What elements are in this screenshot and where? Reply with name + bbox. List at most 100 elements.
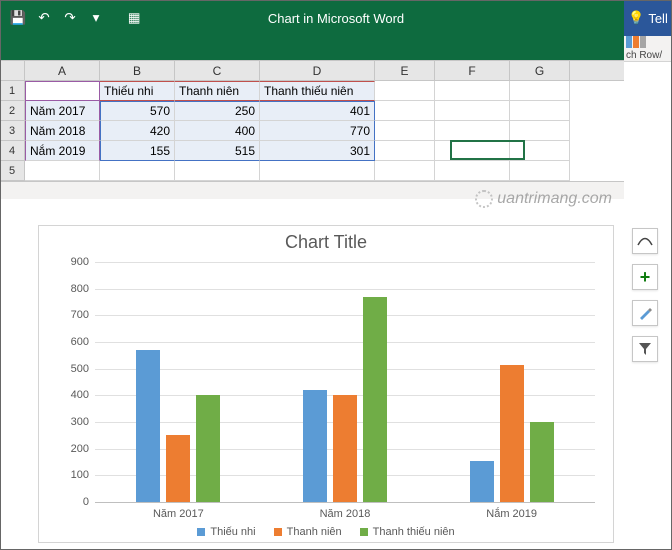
col-header-f[interactable]: F — [435, 61, 510, 80]
cell-a5[interactable] — [25, 161, 100, 181]
cell-f5[interactable] — [435, 161, 510, 181]
cell-b5[interactable] — [100, 161, 175, 181]
y-tick-label: 0 — [59, 496, 89, 508]
chart-legend[interactable]: Thiếu nhi Thanh niên Thanh thiếu niên — [39, 526, 613, 538]
cell-e3[interactable] — [375, 121, 435, 141]
cell-b4[interactable]: 155 — [100, 141, 175, 161]
cell-f3[interactable] — [435, 121, 510, 141]
select-all-corner[interactable] — [0, 61, 25, 80]
cell-f4[interactable] — [435, 141, 510, 161]
cell-f1[interactable] — [435, 81, 510, 101]
row-2[interactable]: 2 Năm 2017 570 250 401 — [0, 101, 624, 121]
cell-d5[interactable] — [260, 161, 375, 181]
row-3[interactable]: 3 Năm 2018 420 400 770 — [0, 121, 624, 141]
y-tick-label: 800 — [59, 283, 89, 295]
col-header-c[interactable]: C — [175, 61, 260, 80]
cell-e2[interactable] — [375, 101, 435, 121]
row-header-4[interactable]: 4 — [0, 141, 25, 161]
bar-Thanh-thiếu-niên-1[interactable] — [363, 297, 387, 502]
legend-item-0[interactable]: Thiếu nhi — [197, 526, 255, 538]
undo-button[interactable]: ↶ — [32, 6, 56, 30]
row-header-5[interactable]: 5 — [0, 161, 25, 181]
chart-elements-button[interactable]: + — [632, 264, 658, 290]
row-4[interactable]: 4 Nắm 2019 155 515 301 — [0, 141, 624, 161]
bar-Thiếu-nhi-0[interactable] — [136, 350, 160, 502]
row-5[interactable]: 5 — [0, 161, 624, 181]
cell-d1[interactable]: Thanh thiếu niên — [260, 81, 375, 101]
save-button[interactable]: 💾 — [6, 6, 30, 30]
cell-d2[interactable]: 401 — [260, 101, 375, 121]
legend-item-2[interactable]: Thanh thiếu niên — [360, 526, 455, 538]
cell-c1[interactable]: Thanh niên — [175, 81, 260, 101]
legend-swatch — [360, 528, 368, 536]
cell-d4[interactable]: 301 — [260, 141, 375, 161]
cell-g4[interactable] — [510, 141, 570, 161]
column-headers[interactable]: A B C D E F G — [0, 61, 624, 81]
brush-icon — [638, 306, 652, 320]
legend-label: Thanh thiếu niên — [373, 526, 455, 538]
chart-filter-button[interactable] — [632, 336, 658, 362]
row-header-2[interactable]: 2 — [0, 101, 25, 121]
layout-icon — [637, 236, 653, 246]
bar-Thanh-niên-2[interactable] — [500, 365, 524, 502]
cell-a2[interactable]: Năm 2017 — [25, 101, 100, 121]
word-ribbon-switch[interactable]: ch Row/ — [624, 36, 672, 62]
cell-g2[interactable] — [510, 101, 570, 121]
cell-c2[interactable]: 250 — [175, 101, 260, 121]
bar-Thiếu-nhi-1[interactable] — [303, 390, 327, 502]
cell-d3[interactable]: 770 — [260, 121, 375, 141]
watermark-text: uantrimang.com — [497, 190, 612, 208]
gridline — [95, 315, 595, 316]
col-header-b[interactable]: B — [100, 61, 175, 80]
cell-g1[interactable] — [510, 81, 570, 101]
cell-c5[interactable] — [175, 161, 260, 181]
x-tick-label: Nắm 2019 — [486, 508, 537, 520]
cell-a4[interactable]: Nắm 2019 — [25, 141, 100, 161]
watermark-gear-icon — [475, 190, 493, 208]
filter-icon — [639, 343, 651, 355]
bar-Thiếu-nhi-2[interactable] — [470, 461, 494, 502]
word-ribbon-tell[interactable]: 💡 Tell — [624, 0, 672, 36]
bar-Thanh-niên-1[interactable] — [333, 395, 357, 502]
y-tick-label: 600 — [59, 336, 89, 348]
cell-b3[interactable]: 420 — [100, 121, 175, 141]
col-header-a[interactable]: A — [25, 61, 100, 80]
row-header-1[interactable]: 1 — [0, 81, 25, 101]
chart-plot-area[interactable]: 0100200300400500600700800900 Năm 2017Năm… — [95, 262, 595, 502]
spreadsheet[interactable]: A B C D E F G 1 Thiếu nhi Thanh niên Tha… — [0, 60, 624, 181]
cell-g3[interactable] — [510, 121, 570, 141]
cell-f2[interactable] — [435, 101, 510, 121]
chart-styles-button[interactable] — [632, 300, 658, 326]
row-header-3[interactable]: 3 — [0, 121, 25, 141]
gridline — [95, 262, 595, 263]
cell-b2[interactable]: 570 — [100, 101, 175, 121]
cell-a3[interactable]: Năm 2018 — [25, 121, 100, 141]
cell-e5[interactable] — [375, 161, 435, 181]
y-tick-label: 400 — [59, 389, 89, 401]
bar-Thanh-thiếu-niên-2[interactable] — [530, 422, 554, 502]
legend-label: Thanh niên — [287, 526, 342, 538]
datasheet-button[interactable]: ▦ — [122, 6, 146, 30]
y-tick-label: 500 — [59, 363, 89, 375]
x-tick-label: Năm 2017 — [153, 508, 204, 520]
col-header-g[interactable]: G — [510, 61, 570, 80]
cell-a1[interactable] — [25, 81, 100, 101]
cell-e1[interactable] — [375, 81, 435, 101]
bar-Thanh-thiếu-niên-0[interactable] — [196, 395, 220, 502]
bar-Thanh-niên-0[interactable] — [166, 435, 190, 502]
col-header-d[interactable]: D — [260, 61, 375, 80]
cell-c4[interactable]: 515 — [175, 141, 260, 161]
chart[interactable]: Chart Title 0100200300400500600700800900… — [38, 225, 614, 543]
cell-c3[interactable]: 400 — [175, 121, 260, 141]
chart-title[interactable]: Chart Title — [39, 232, 613, 253]
cell-e4[interactable] — [375, 141, 435, 161]
chart-layout-button[interactable] — [632, 228, 658, 254]
col-header-e[interactable]: E — [375, 61, 435, 80]
cell-b1[interactable]: Thiếu nhi — [100, 81, 175, 101]
row-1[interactable]: 1 Thiếu nhi Thanh niên Thanh thiếu niên — [0, 81, 624, 101]
legend-item-1[interactable]: Thanh niên — [274, 526, 342, 538]
redo-button[interactable]: ↷ — [58, 6, 82, 30]
chart-x-axis — [95, 502, 595, 503]
customize-button[interactable]: ▾ — [84, 6, 108, 30]
cell-g5[interactable] — [510, 161, 570, 181]
